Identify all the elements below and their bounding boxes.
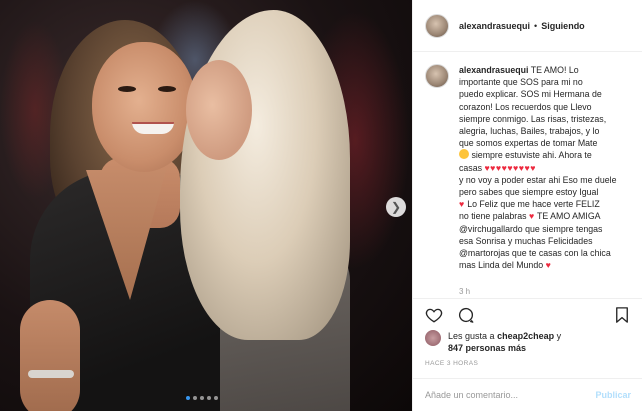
heart-icon: [425, 308, 443, 323]
carousel-dot: [200, 396, 204, 400]
heart-emoji-icon: ♥: [459, 199, 465, 210]
liker-avatar[interactable]: [425, 330, 441, 346]
caption-line: alegria, luchas, Bailes, trabajos, y lo: [459, 126, 600, 137]
publish-button[interactable]: Publicar: [595, 390, 631, 400]
mention-link[interactable]: @virchugallardo: [459, 224, 523, 234]
post-age[interactable]: HACE 3 HORAS: [425, 360, 478, 367]
caption-line: y no voy a poder estar ahi Eso me duele: [459, 174, 617, 185]
laughing-emoji-icon: [459, 149, 469, 160]
likes-summary: Les gusta a cheap2cheap y 847 personas m…: [425, 330, 635, 354]
caption-text: alexandrasuequi TE AMO! Lo importante qu…: [459, 64, 635, 271]
caption-line-text: TE AMO AMIGA: [536, 211, 601, 222]
mention-link[interactable]: @martorojas: [459, 248, 509, 258]
likes-conjunction: y: [556, 331, 562, 341]
carousel-dot: [207, 396, 211, 400]
caption-line-text: mas Linda del Mundo: [459, 260, 544, 271]
caption-line: puedo explicar. SOS mi Hermana de: [459, 89, 602, 100]
heart-emoji-icon: ♥: [545, 260, 552, 271]
caption-line: ♥ Lo Feliz que me hace verte FELIZ: [459, 198, 635, 210]
caption-line: TE AMO! Lo: [530, 65, 579, 75]
caption-line: corazon! Los recuerdos que Llevo: [459, 101, 592, 112]
caption-line: @virchugallardo que siempre tengas: [459, 223, 635, 235]
action-bar: [413, 298, 642, 330]
follow-status-button[interactable]: Siguiendo: [541, 21, 585, 31]
woman-right-face: [186, 60, 252, 160]
caption-line: @martorojas que te casas con la chica: [459, 247, 635, 259]
woman-left-eye: [158, 86, 176, 92]
caption-line: pero sabes que siempre estoy Igual: [459, 187, 599, 198]
post-photo[interactable]: ❯: [0, 0, 412, 411]
woman-left-arm: [20, 300, 80, 411]
chevron-right-icon: ❯: [390, 200, 402, 214]
caption-avatar[interactable]: [425, 64, 449, 88]
heart-emoji-icon: ♥: [528, 211, 535, 222]
comment-icon: [458, 307, 474, 323]
comment-button[interactable]: [455, 304, 477, 326]
avatar[interactable]: [425, 13, 449, 38]
caption-line-text: que siempre tengas: [522, 223, 603, 234]
heart-emoji-icon: ♥♥♥♥♥♥♥♥♥: [484, 162, 536, 173]
woman-left-face: [92, 42, 196, 172]
caption-line: importante que SOS para mi no: [459, 77, 583, 88]
caption-line-text: no tiene palabras: [459, 211, 527, 222]
caption-line: siempre estuviste ahi. Ahora te: [459, 149, 635, 161]
caption-line-text: que te casas con la chica: [509, 248, 611, 259]
likes-text: Les gusta a cheap2cheap y 847 personas m…: [448, 330, 561, 354]
caption-line: esa Sonrisa y muchas Felicidades: [459, 235, 593, 246]
caption-line-text: Lo Feliz que me hace verte FELIZ: [467, 199, 600, 210]
bookmark-icon: [616, 306, 628, 323]
caption-line: casas ♥♥♥♥♥♥♥♥♥: [459, 162, 635, 174]
comment-form: Añade un comentario... Publicar: [413, 378, 642, 411]
post-username[interactable]: alexandrasuequi: [459, 21, 530, 31]
post-side-panel: alexandrasuequi • Siguiendo alexandrasue…: [412, 0, 642, 411]
carousel-dot: [193, 396, 197, 400]
liker-username[interactable]: cheap2cheap: [497, 331, 554, 341]
caption-username[interactable]: alexandrasuequi: [459, 65, 528, 75]
bracelet: [28, 370, 74, 378]
woman-left-eye: [118, 86, 136, 92]
caption-block: alexandrasuequi TE AMO! Lo importante qu…: [425, 64, 635, 271]
likes-count-link[interactable]: 847 personas más: [448, 343, 526, 353]
carousel-dot: [214, 396, 218, 400]
likes-prefix: Les gusta a: [448, 331, 495, 341]
caption-line: no tiene palabras ♥ TE AMO AMIGA: [459, 210, 635, 222]
caption-line: que somos expertas de tomar Mate: [459, 138, 598, 149]
carousel-dot: [186, 396, 190, 400]
separator-dot: •: [534, 20, 538, 31]
save-button[interactable]: [611, 304, 633, 326]
woman-left-smile: [132, 122, 174, 134]
post-header: alexandrasuequi • Siguiendo: [413, 0, 642, 52]
comment-input[interactable]: Añade un comentario...: [425, 390, 518, 400]
caption-line: siempre conmigo. Las risas, tristezas,: [459, 113, 607, 124]
caption-timestamp[interactable]: 3 h: [459, 287, 470, 296]
carousel-indicator: [186, 396, 218, 400]
carousel-next-button[interactable]: ❯: [386, 197, 406, 217]
like-button[interactable]: [423, 304, 445, 326]
caption-line: mas Linda del Mundo ♥: [459, 259, 635, 271]
caption-line-text: casas: [459, 162, 482, 173]
caption-line-text: siempre estuviste ahi. Ahora te: [471, 150, 592, 161]
